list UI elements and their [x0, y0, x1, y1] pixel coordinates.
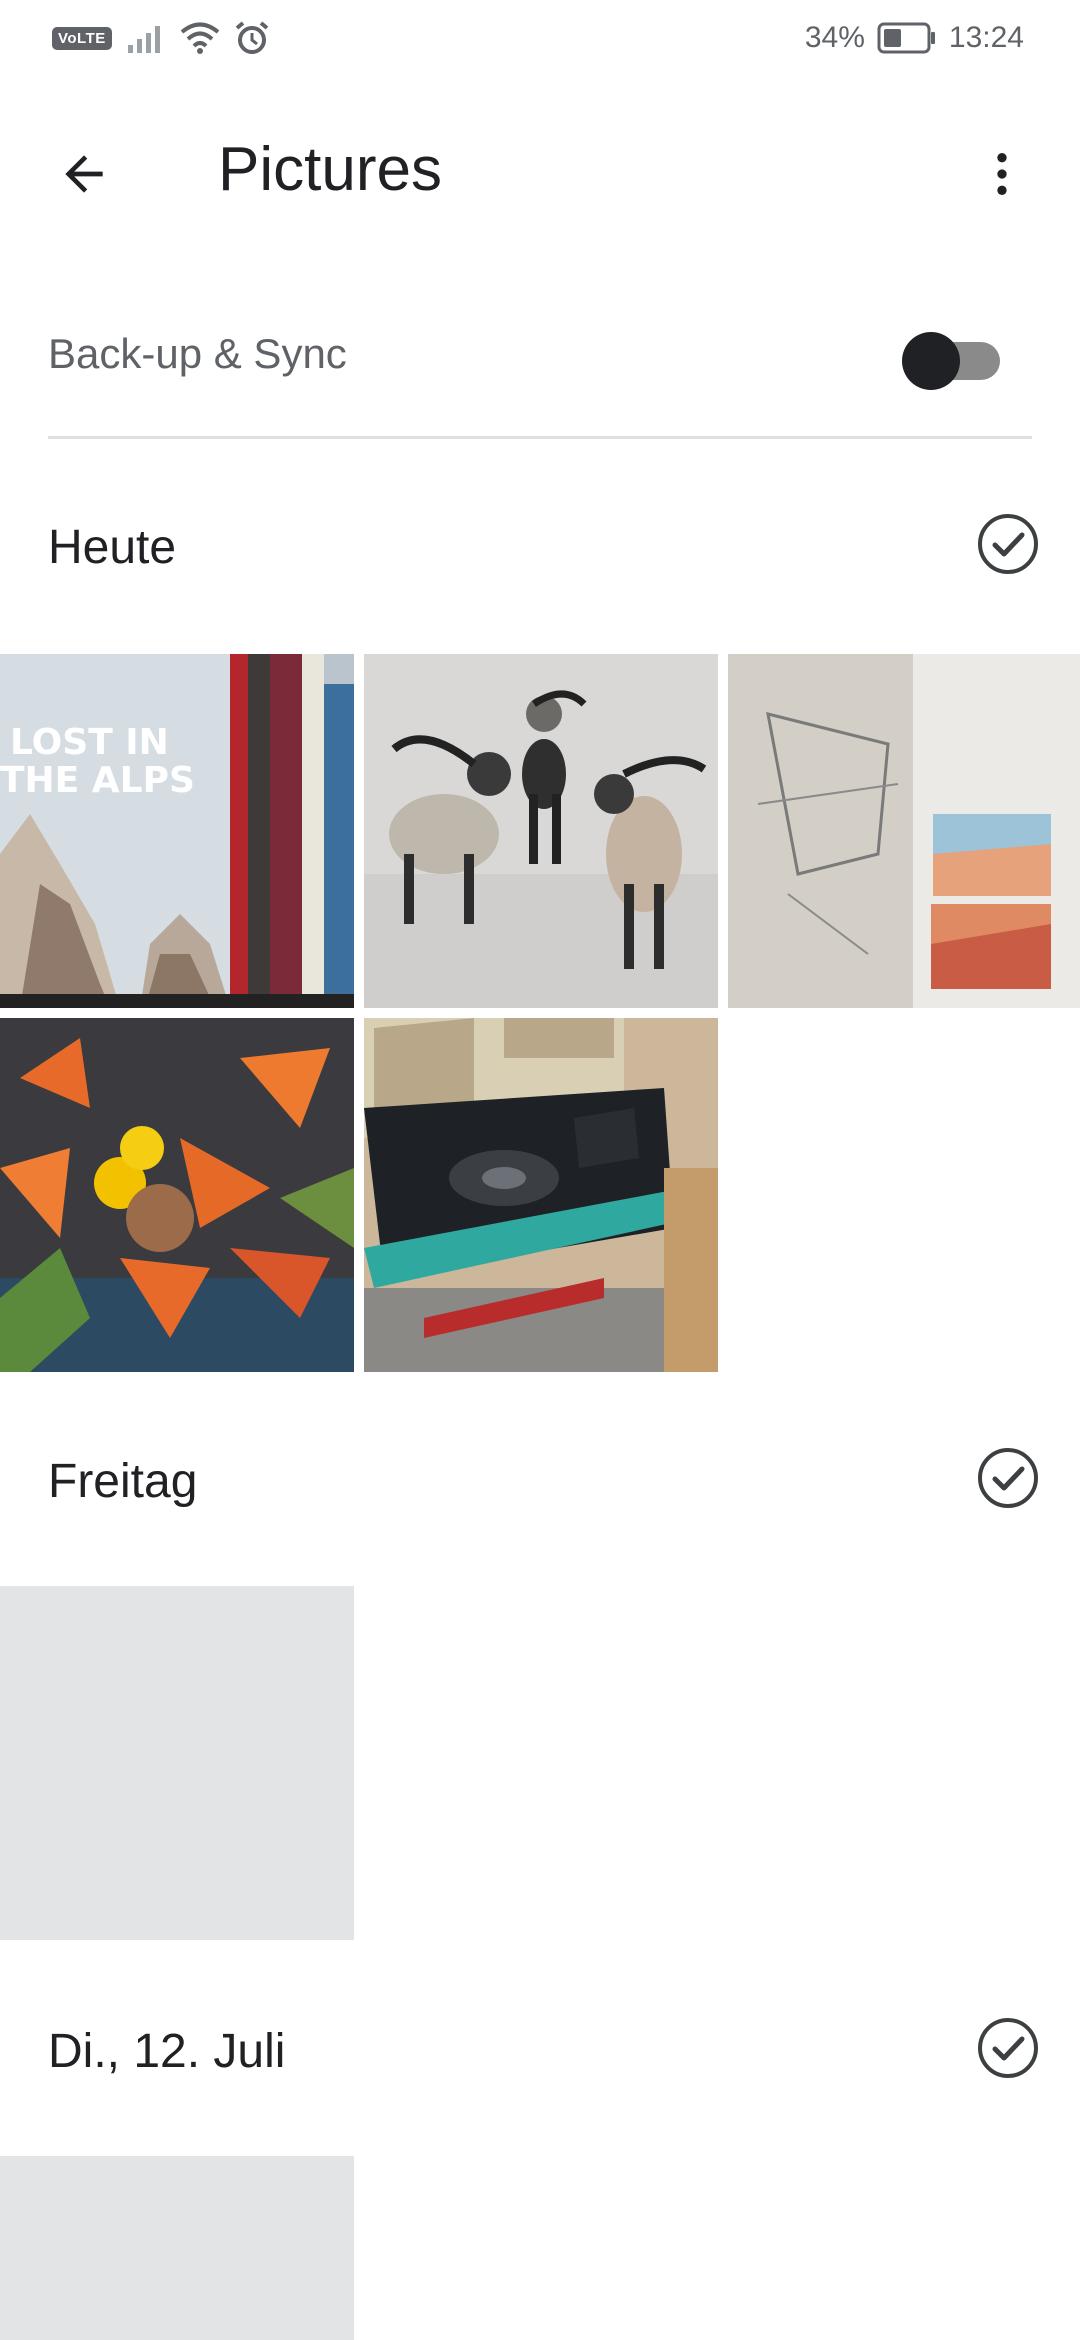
photo-thumbnail-placeholder[interactable]	[0, 2156, 354, 2340]
backup-sync-toggle[interactable]	[902, 326, 1002, 390]
status-left: VoLTE	[52, 18, 270, 58]
signal-icon	[127, 26, 160, 53]
photo-thumbnail[interactable]	[728, 654, 1080, 1008]
photo-jukebox	[364, 1018, 718, 1372]
svg-text:LOST IN: LOST IN	[10, 722, 169, 763]
more-vert-icon	[997, 153, 1007, 195]
section-header-12-juli: Di., 12. Juli	[0, 1996, 1080, 2106]
photo-thumbnail[interactable]	[364, 1018, 718, 1372]
photo-grid-freitag	[0, 1586, 1080, 1940]
app-bar: Pictures	[0, 76, 1080, 266]
backup-sync-label: Back-up & Sync	[48, 330, 347, 377]
photo-thumbnail[interactable]	[364, 654, 718, 1008]
status-bar: VoLTE 34% 13:24	[0, 0, 1080, 76]
select-all-check-icon[interactable]	[976, 2016, 1040, 2080]
backup-sync-row[interactable]: Back-up & Sync	[48, 300, 1032, 439]
clock: 13:24	[948, 21, 1024, 54]
section-header-freitag: Freitag	[0, 1426, 1080, 1536]
wifi-icon	[180, 22, 220, 54]
toggle-thumb	[902, 332, 960, 390]
photo-paintings	[728, 654, 1080, 1008]
section-date-label: Freitag	[48, 1455, 198, 1508]
photo-grid-heute: LOST IN THE ALPS	[0, 654, 1080, 1372]
battery-icon	[877, 22, 935, 54]
select-all-check-icon[interactable]	[976, 512, 1040, 576]
photo-grid-12-juli	[0, 2156, 1080, 2340]
battery-percent: 34%	[804, 21, 865, 54]
photo-thumbnail[interactable]	[0, 1018, 354, 1372]
page-title: Pictures	[218, 135, 442, 204]
back-button[interactable]	[52, 142, 116, 206]
section-header-heute: Heute	[0, 492, 1080, 602]
back-arrow-icon	[65, 155, 103, 193]
alarm-icon	[235, 21, 269, 54]
photo-thumbnail-placeholder[interactable]	[0, 1586, 354, 1940]
section-date-label: Di., 12. Juli	[48, 2025, 286, 2078]
photo-goats	[364, 654, 718, 1008]
status-right: 34% 13:24	[805, 18, 1024, 58]
photo-books: LOST IN THE ALPS	[0, 654, 354, 1008]
section-date-label: Heute	[48, 521, 177, 574]
svg-text:THE ALPS: THE ALPS	[0, 760, 195, 801]
more-options-button[interactable]	[970, 142, 1034, 206]
volte-badge: VoLTE	[52, 26, 112, 50]
select-all-check-icon[interactable]	[976, 1446, 1040, 1510]
photo-thumbnail[interactable]: LOST IN THE ALPS	[0, 654, 354, 1008]
photo-flowers	[0, 1018, 354, 1372]
